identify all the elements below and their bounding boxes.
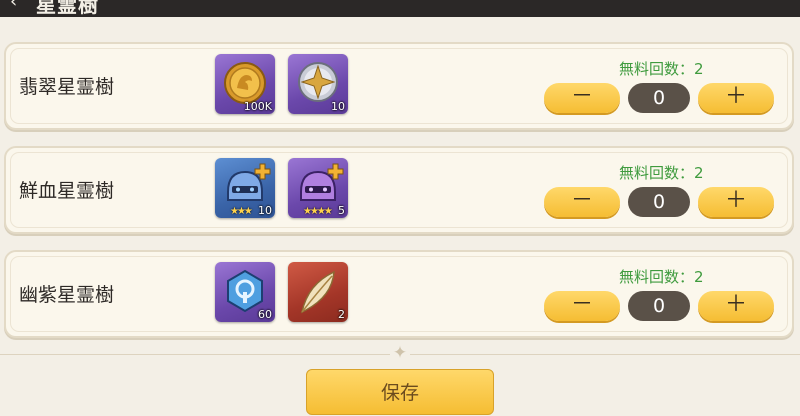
- back-arrow-icon[interactable]: ‹: [10, 0, 17, 12]
- increase-button[interactable]: ＋: [698, 83, 774, 113]
- star-rating: ★★★: [230, 206, 253, 217]
- free-attempts-label: 無料回数：2: [619, 268, 704, 286]
- item-quantity: 60: [258, 308, 272, 321]
- increase-button[interactable]: ＋: [698, 187, 774, 217]
- save-button[interactable]: 保存: [306, 369, 494, 415]
- tree-row-violet: 幽紫星霊樹 60 2 無料回数：2 － 0 ＋: [4, 250, 794, 338]
- reward-item-blue-gem[interactable]: 60: [215, 262, 275, 322]
- item-quantity: 5: [338, 204, 345, 217]
- reward-item-compass-star[interactable]: 10: [288, 54, 348, 114]
- tree-name: 鮮血星霊樹: [19, 180, 115, 202]
- star-rating: ★★★★: [303, 206, 333, 217]
- free-attempts-label: 無料回数：2: [619, 164, 704, 182]
- page-title: 星霊樹: [36, 0, 99, 17]
- sparkle-icon: ✦: [390, 343, 410, 363]
- decrease-button[interactable]: －: [544, 83, 620, 113]
- tree-row-blood: 鮮血星霊樹 ★★★ 10 ★★★★ 5 無料回数：2 － 0 ＋: [4, 146, 794, 234]
- count-display: 0: [628, 291, 690, 321]
- count-display: 0: [628, 187, 690, 217]
- decrease-button[interactable]: －: [544, 291, 620, 321]
- reward-item-blue-helmet[interactable]: ★★★ 10: [215, 158, 275, 218]
- reward-item-gold-coin[interactable]: 100K: [215, 54, 275, 114]
- count-display: 0: [628, 83, 690, 113]
- item-quantity: 2: [338, 308, 345, 321]
- tree-name: 翡翠星霊樹: [19, 76, 115, 98]
- item-quantity: 10: [258, 204, 272, 217]
- header-bar: ‹ 星霊樹: [0, 0, 800, 17]
- increase-button[interactable]: ＋: [698, 291, 774, 321]
- reward-item-feather[interactable]: 2: [288, 262, 348, 322]
- item-quantity: 10: [331, 100, 345, 113]
- free-attempts-label: 無料回数：2: [619, 60, 704, 78]
- item-quantity: 100K: [243, 100, 272, 113]
- reward-item-purple-helmet[interactable]: ★★★★ 5: [288, 158, 348, 218]
- decrease-button[interactable]: －: [544, 187, 620, 217]
- tree-name: 幽紫星霊樹: [19, 284, 115, 306]
- tree-row-jade: 翡翠星霊樹 100K 10 無料回数：2 － 0 ＋: [4, 42, 794, 130]
